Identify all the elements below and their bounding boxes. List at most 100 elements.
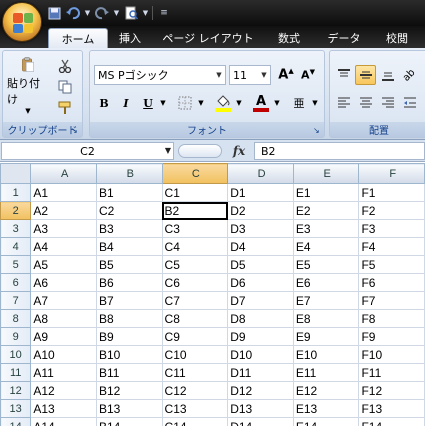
select-all-button[interactable]	[0, 163, 32, 184]
tab-formulas[interactable]: 数式	[266, 28, 312, 48]
fill-color-dropdown-icon[interactable]: ▼	[234, 93, 244, 113]
align-middle-button[interactable]	[355, 65, 376, 85]
redo-icon[interactable]	[94, 5, 110, 21]
column-header[interactable]: D	[227, 163, 294, 184]
bold-button[interactable]: B	[94, 93, 114, 113]
column-header[interactable]: C	[161, 163, 229, 184]
grid-cell[interactable]: E11	[292, 363, 360, 382]
row-header[interactable]: 11	[0, 363, 32, 382]
grid-cell[interactable]: C14	[161, 417, 229, 426]
shrink-font-button[interactable]: A▼	[298, 65, 318, 85]
row-header[interactable]: 10	[0, 345, 32, 364]
grid-cell[interactable]: B1	[95, 183, 163, 202]
redo-dropdown-icon[interactable]: ▼	[113, 5, 120, 21]
grid-cell[interactable]: A5	[30, 255, 97, 274]
save-icon[interactable]	[46, 5, 62, 21]
grid-cell[interactable]: A11	[30, 363, 97, 382]
paste-button[interactable]: 貼り付け ▼	[6, 54, 50, 116]
grid-cell[interactable]: D8	[227, 309, 294, 328]
grid-cell[interactable]: B4	[95, 237, 163, 256]
undo-icon[interactable]	[65, 5, 81, 21]
grid-cell[interactable]: D3	[227, 219, 294, 238]
underline-button[interactable]: U	[138, 93, 158, 113]
grid-cell[interactable]: A4	[30, 237, 97, 256]
row-header[interactable]: 1	[0, 183, 32, 202]
chevron-down-icon[interactable]: ▼	[165, 146, 171, 155]
tab-insert[interactable]: 挿入	[110, 28, 150, 48]
row-header[interactable]: 12	[0, 381, 32, 400]
orientation-button[interactable]: ab	[399, 65, 420, 85]
font-color-button[interactable]: A	[250, 93, 272, 113]
grid-cell[interactable]: D14	[227, 417, 294, 426]
align-center-button[interactable]	[355, 93, 376, 113]
grid-cell[interactable]: A12	[30, 381, 97, 400]
grid-cell[interactable]: E3	[292, 219, 360, 238]
column-header[interactable]: F	[358, 163, 425, 184]
grid-cell[interactable]: B11	[95, 363, 163, 382]
grid-cell[interactable]: E8	[292, 309, 360, 328]
align-top-button[interactable]	[333, 65, 354, 85]
decrease-indent-button[interactable]	[399, 93, 420, 113]
borders-button[interactable]	[174, 93, 196, 113]
grow-font-button[interactable]: A▲	[276, 65, 296, 85]
row-header[interactable]: 5	[0, 255, 32, 274]
grid-cell[interactable]: C7	[161, 291, 229, 310]
grid-cell[interactable]: E14	[292, 417, 360, 426]
grid-cell[interactable]: E1	[292, 183, 360, 202]
grid-cell[interactable]: E9	[292, 327, 360, 346]
column-header[interactable]: A	[30, 163, 97, 184]
grid-cell[interactable]: D7	[227, 291, 294, 310]
font-launcher-icon[interactable]: ↘	[313, 126, 322, 135]
print-preview-dropdown-icon[interactable]: ▼	[142, 5, 149, 21]
tab-page-layout[interactable]: ページ レイアウト	[158, 28, 258, 48]
grid-cell[interactable]: D2	[227, 201, 294, 220]
font-color-dropdown-icon[interactable]: ▼	[272, 93, 282, 113]
cut-button[interactable]	[55, 57, 75, 75]
grid-cell[interactable]: E13	[292, 399, 360, 418]
grid-cell[interactable]: A3	[30, 219, 97, 238]
grid-cell[interactable]: D10	[227, 345, 294, 364]
row-header[interactable]: 6	[0, 273, 32, 292]
grid-cell[interactable]: C11	[161, 363, 229, 382]
column-header[interactable]: B	[95, 163, 163, 184]
grid-cell[interactable]: F1	[358, 183, 425, 202]
formula-bar-resize-handle[interactable]	[178, 144, 222, 158]
grid-cell[interactable]: F9	[358, 327, 425, 346]
grid-cell[interactable]: F13	[358, 399, 425, 418]
grid-cell[interactable]: C4	[161, 237, 229, 256]
align-bottom-button[interactable]	[377, 65, 398, 85]
grid-cell[interactable]: F3	[358, 219, 425, 238]
formula-input[interactable]: B2	[254, 142, 425, 160]
grid-cell[interactable]: F2	[358, 201, 425, 220]
font-size-select[interactable]: 11 ▼	[229, 65, 271, 85]
grid-cell[interactable]: D5	[227, 255, 294, 274]
grid-cell[interactable]: C12	[161, 381, 229, 400]
borders-dropdown-icon[interactable]: ▼	[196, 93, 206, 113]
customize-toolbar-icon[interactable]: ≡	[156, 5, 172, 21]
grid-cell[interactable]: C6	[161, 273, 229, 292]
grid-cell[interactable]: A10	[30, 345, 97, 364]
row-header[interactable]: 9	[0, 327, 32, 346]
undo-dropdown-icon[interactable]: ▼	[84, 5, 91, 21]
grid-cell[interactable]: D4	[227, 237, 294, 256]
grid-cell[interactable]: A6	[30, 273, 97, 292]
grid-cell[interactable]: C10	[161, 345, 229, 364]
row-header[interactable]: 14	[0, 417, 32, 426]
grid-cell[interactable]: C5	[161, 255, 229, 274]
grid-cell[interactable]: F12	[358, 381, 425, 400]
row-header[interactable]: 8	[0, 309, 32, 328]
copy-button[interactable]	[55, 78, 75, 96]
grid-cell[interactable]: B7	[95, 291, 163, 310]
grid-cell[interactable]: E4	[292, 237, 360, 256]
grid-cell[interactable]: C9	[161, 327, 229, 346]
grid-cell[interactable]: F11	[358, 363, 425, 382]
grid-cell[interactable]: B14	[95, 417, 163, 426]
tab-review[interactable]: 校閲	[374, 28, 420, 48]
grid-cell[interactable]: A2	[30, 201, 97, 220]
underline-dropdown-icon[interactable]: ▼	[158, 93, 168, 113]
align-left-button[interactable]	[333, 93, 354, 113]
column-header[interactable]: E	[292, 163, 360, 184]
grid-cell[interactable]: B5	[95, 255, 163, 274]
row-header[interactable]: 2	[0, 201, 32, 220]
grid-cell[interactable]: B8	[95, 309, 163, 328]
